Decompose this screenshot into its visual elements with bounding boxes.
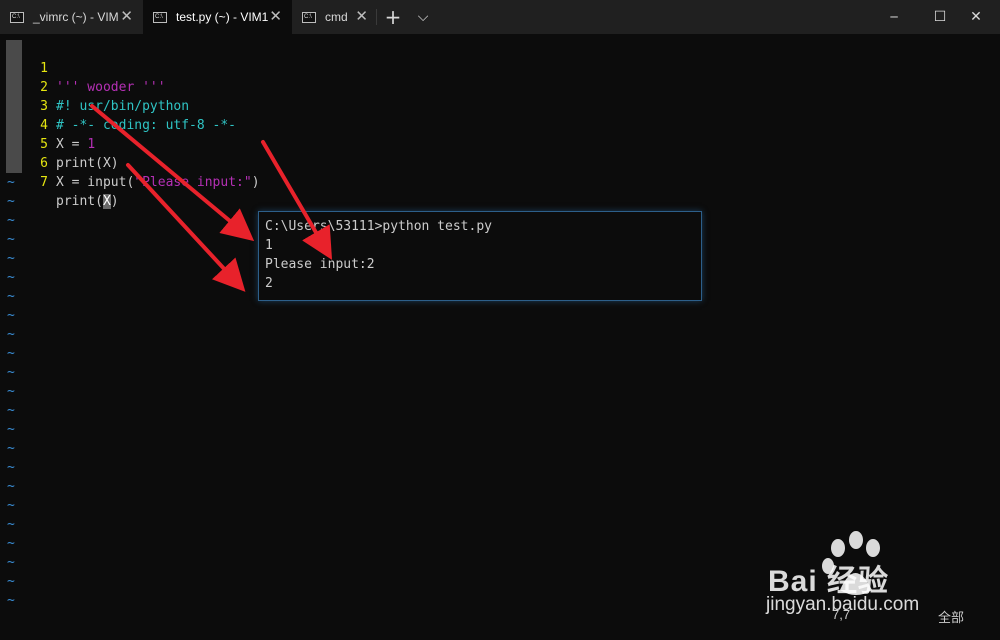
paw-logo-icon [822, 531, 880, 595]
watermark-url: jingyan.baidu.com [766, 594, 920, 615]
